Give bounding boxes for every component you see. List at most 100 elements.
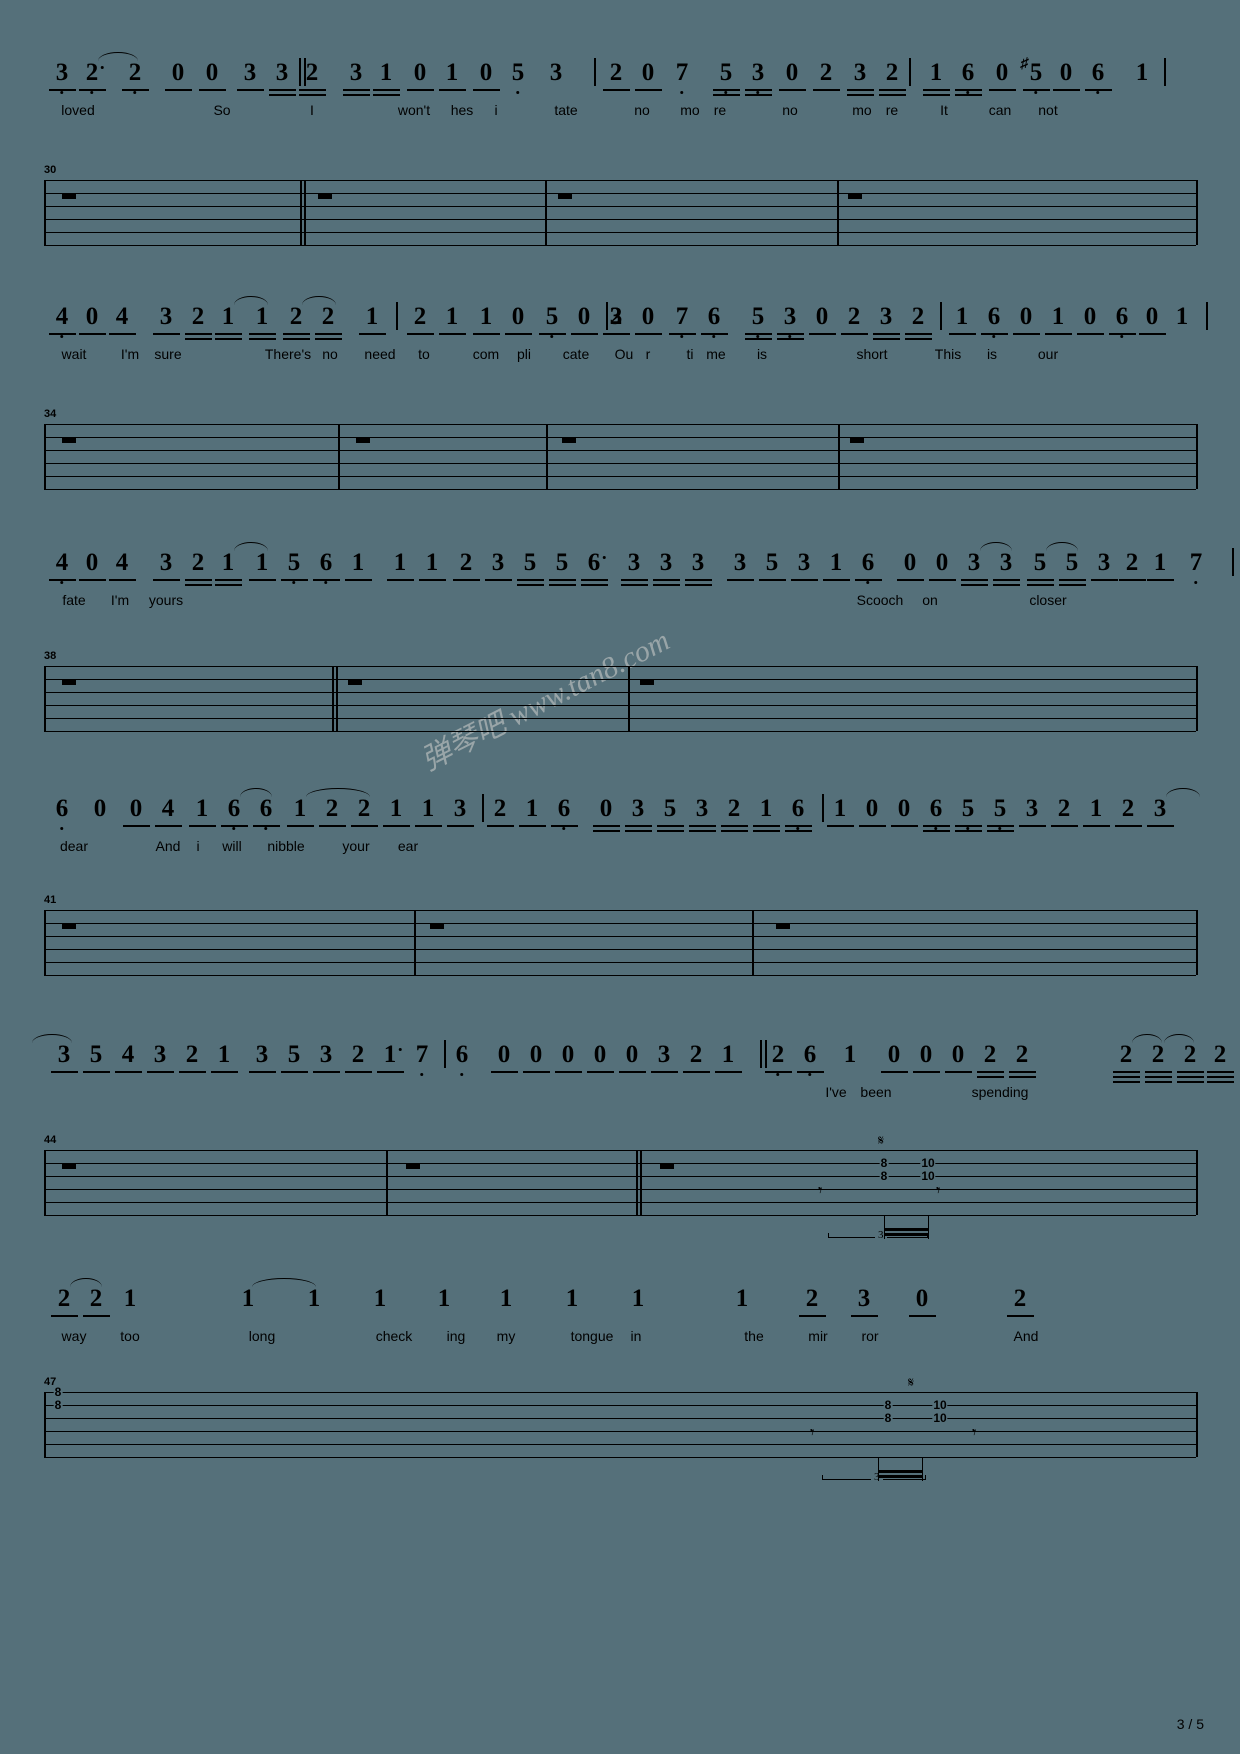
beam-line [791, 579, 818, 581]
beam-line [473, 89, 500, 91]
beam-line [745, 333, 772, 335]
beam-line [689, 830, 716, 832]
lyric-syllable: tate [554, 102, 578, 118]
tab-barline [546, 424, 548, 489]
beam-line [315, 333, 342, 335]
beam-line [551, 825, 578, 827]
beam-line [153, 333, 180, 335]
tab-beam [884, 1228, 928, 1231]
jianpu-note: 5 [1033, 549, 1047, 576]
barline [822, 794, 824, 822]
jianpu-note: 3 [752, 60, 764, 94]
beam-line [713, 89, 740, 91]
tab-string-line [44, 731, 1196, 732]
jianpu-note: 2 [772, 1042, 784, 1076]
tab-string-line [44, 180, 1196, 181]
beam-line [701, 333, 728, 335]
tab-staff: 30 [0, 164, 1240, 260]
tab-right-barline [1196, 180, 1198, 245]
jianpu-note: 2 [1015, 1041, 1029, 1068]
jianpu-note: 2 [1119, 1041, 1133, 1068]
eighth-rest: 𝄾 [936, 1181, 941, 1200]
beam-line [299, 89, 326, 91]
beam-line [1145, 1076, 1172, 1078]
jianpu-note: 2 [357, 795, 371, 822]
beam-line [1023, 89, 1050, 91]
beam-line [1177, 1076, 1204, 1078]
measure-number: 34 [44, 408, 57, 420]
jianpu-note: 1 [373, 1285, 387, 1312]
beam-line [929, 579, 956, 581]
half-rest [62, 194, 76, 199]
lyric-syllable: Scooch [856, 592, 904, 608]
beam-line [447, 825, 474, 827]
jianpu-note: 6 [588, 550, 606, 575]
beam-line [759, 579, 786, 581]
octave-dot-low [1096, 91, 1100, 94]
tab-string-line [44, 718, 1196, 719]
tab-barline [838, 424, 840, 489]
lyric-syllable: I'm [110, 592, 130, 608]
beam-line [505, 333, 532, 335]
beam-line [387, 579, 414, 581]
lyric-syllable: mo [680, 102, 700, 118]
beam-line [727, 579, 754, 581]
jianpu-note: 0 [413, 59, 427, 86]
jianpu-note: 5 [765, 549, 779, 576]
jianpu-row: 6 0 0 4 1 6 6 1 2 2 1 1 3 2 1 6 0 3 5 3 2 1 6 1 0 0 6 5 5 3 2 1 2 3 dear An… [0, 788, 1240, 862]
tab-fret-number: 8 [883, 1411, 893, 1425]
beam-line [377, 1071, 404, 1073]
beam-line [1207, 1076, 1234, 1078]
tab-double-barline [332, 666, 337, 731]
beam-line [283, 338, 310, 340]
jianpu-note: 1 [437, 1285, 451, 1312]
jianpu-note: 2 [1121, 795, 1135, 822]
jianpu-row: 3 2 2 0 0 3 3 2 3 1 0 1 0 5 3 2 0 7 5 3 0 2 3 2 1 6 0 5 ♯ 0 6 1 loved So I… [0, 52, 1240, 126]
octave-dot-low [232, 827, 236, 830]
jianpu-note: 1 [1135, 59, 1149, 86]
jianpu-note: 1 [499, 1285, 513, 1312]
tab-barline [837, 180, 839, 245]
sharp-icon: ♯ [1020, 56, 1029, 72]
jianpu-note: 5 [720, 60, 732, 94]
beam-line [777, 338, 804, 340]
jianpu-note: 1 [425, 549, 439, 576]
lyrics-line: wait I'm sure There's no need to com pli cate Ou r t… [0, 346, 1240, 370]
jianpu-note: 3 [159, 549, 173, 576]
beam-line [581, 584, 608, 586]
beam-line [909, 1315, 936, 1317]
tab-staff: 8 10 8 10 𝄾 𝄾 𝄋 3 44 [0, 1134, 1240, 1241]
jianpu-note: 2 [983, 1041, 997, 1068]
tab-string-line [44, 692, 1196, 693]
lyric-syllable: your [342, 838, 370, 854]
jianpu-note: 2 [847, 303, 861, 330]
jianpu-note: 0 [815, 303, 829, 330]
lyric-syllable: is [756, 346, 768, 362]
lyric-syllable: mo [852, 102, 872, 118]
beam-line [122, 89, 149, 91]
tab-left-barline [44, 180, 46, 245]
beam-line [351, 825, 378, 827]
octave-dot-low [712, 335, 716, 338]
beam-line [189, 825, 216, 827]
jianpu-note: 3 [797, 549, 811, 576]
beam-line [977, 1071, 1004, 1073]
jianpu-note: 3 [255, 1041, 269, 1068]
beam-line [215, 579, 242, 581]
lyric-syllable: This [934, 346, 962, 362]
beam-line [549, 579, 576, 581]
beam-line [721, 830, 748, 832]
tab-string-line [44, 1202, 1196, 1203]
tab-right-barline [1196, 666, 1198, 731]
beam-line [179, 1071, 206, 1073]
lyric-syllable: long [248, 1328, 276, 1344]
beam-line [1077, 333, 1104, 335]
tab-fret-number: 10 [920, 1156, 936, 1170]
jianpu-note: 1 [1089, 795, 1103, 822]
jianpu-note: 1 [1153, 549, 1167, 576]
jianpu-note: 0 [935, 549, 949, 576]
beam-line [1115, 825, 1142, 827]
tab-barline [752, 910, 754, 975]
segno-icon: 𝄋 [878, 1134, 885, 1149]
beam-line [343, 94, 370, 96]
